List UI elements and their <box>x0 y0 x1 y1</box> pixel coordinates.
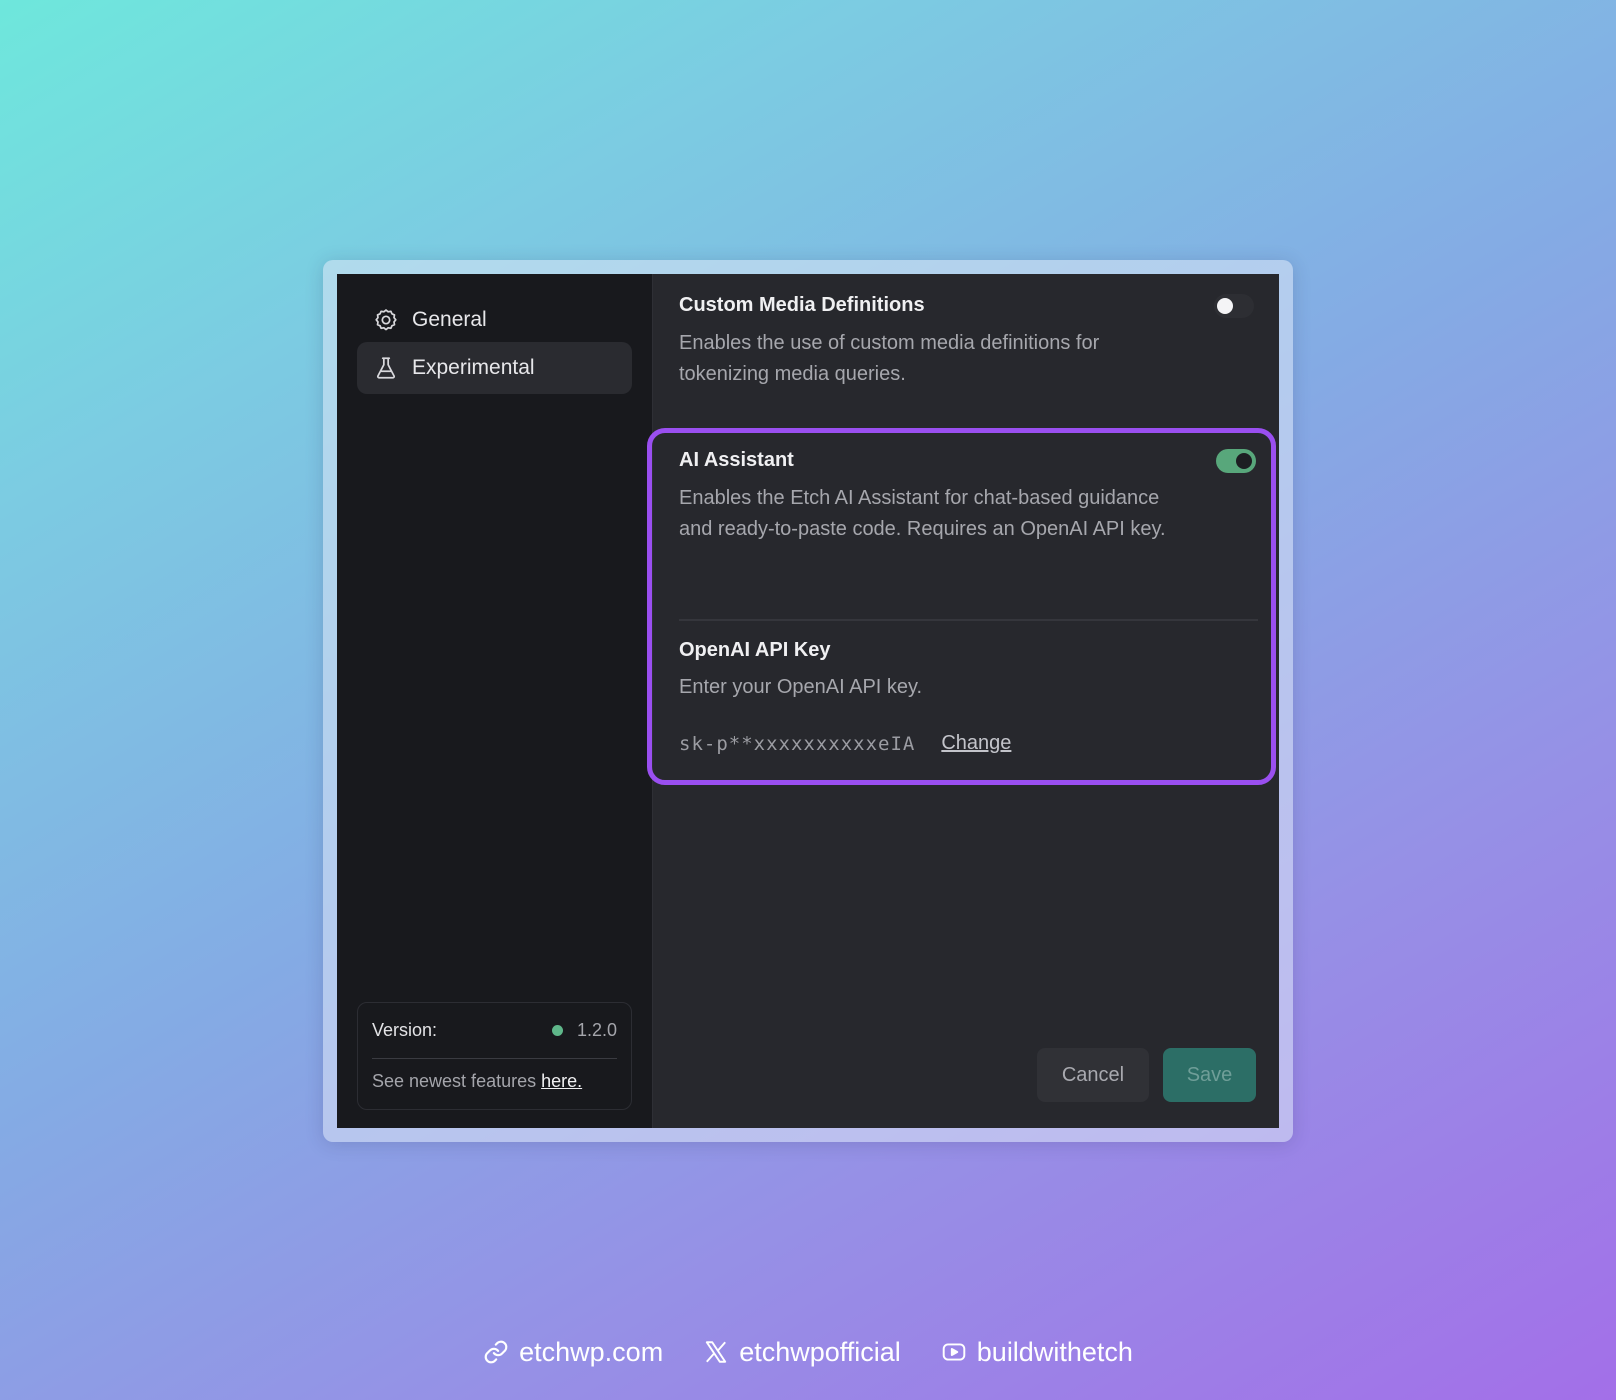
youtube-icon <box>941 1339 967 1365</box>
ai-assistant-description: Enables the Etch AI Assistant for chat-b… <box>679 487 1166 540</box>
openai-key-description: Enter your OpenAI API key. <box>679 676 923 698</box>
footer-link-youtube[interactable]: buildwithetch <box>941 1337 1133 1368</box>
toggle-knob <box>1217 298 1233 314</box>
version-card: Version: 1.2.0 See newest features here. <box>357 1002 632 1110</box>
newest-features-text: See newest features <box>372 1071 537 1091</box>
status-dot-icon <box>551 1025 563 1036</box>
flask-icon <box>373 355 399 381</box>
custom-media-description: Enables the use of custom media definiti… <box>679 332 1100 385</box>
sidebar-item-label: General <box>412 308 487 331</box>
ai-assistant-toggle[interactable] <box>1216 449 1256 473</box>
sidebar: General Experimental Version: 1.2.0 See … <box>337 274 653 1128</box>
x-logo-icon <box>703 1339 729 1365</box>
newest-features-link[interactable]: here. <box>541 1071 582 1091</box>
footer-link-label: etchwp.com <box>519 1336 664 1367</box>
sidebar-item-general[interactable]: General <box>357 294 632 346</box>
change-key-link[interactable]: Change <box>941 732 1011 755</box>
link-icon <box>483 1339 509 1365</box>
footer-link-label: etchwpofficial <box>739 1336 901 1367</box>
footer: etchwp.com etchwpofficial buildwithetch <box>0 1330 1616 1374</box>
gear-icon <box>373 307 399 333</box>
custom-media-title: Custom Media Definitions <box>679 294 925 316</box>
sidebar-item-label: Experimental <box>412 356 535 379</box>
toggle-knob <box>1236 453 1252 469</box>
footer-link-label: buildwithetch <box>976 1336 1133 1367</box>
api-key-row: sk-p**xxxxxxxxxxeIA Change <box>679 732 1011 755</box>
sidebar-item-experimental[interactable]: Experimental <box>357 342 632 394</box>
cancel-button[interactable]: Cancel <box>1037 1048 1149 1102</box>
api-key-value: sk-p**xxxxxxxxxxeIA <box>679 732 916 755</box>
settings-window: General Experimental Version: 1.2.0 See … <box>337 274 1279 1128</box>
version-row: Version: 1.2.0 <box>372 1003 617 1059</box>
openai-key-title: OpenAI API Key <box>679 639 831 661</box>
footer-link-x[interactable]: etchwpofficial <box>703 1337 901 1368</box>
custom-media-toggle[interactable] <box>1214 294 1254 318</box>
version-value-wrap: 1.2.0 <box>551 1020 617 1041</box>
newest-features-row: See newest features here. <box>372 1059 617 1092</box>
footer-link-website[interactable]: etchwp.com <box>483 1337 663 1368</box>
version-value: 1.2.0 <box>576 1020 617 1040</box>
divider <box>679 619 1258 621</box>
save-button[interactable]: Save <box>1163 1048 1256 1102</box>
ai-assistant-title: AI Assistant <box>679 449 794 471</box>
version-label: Version: <box>372 1020 438 1040</box>
